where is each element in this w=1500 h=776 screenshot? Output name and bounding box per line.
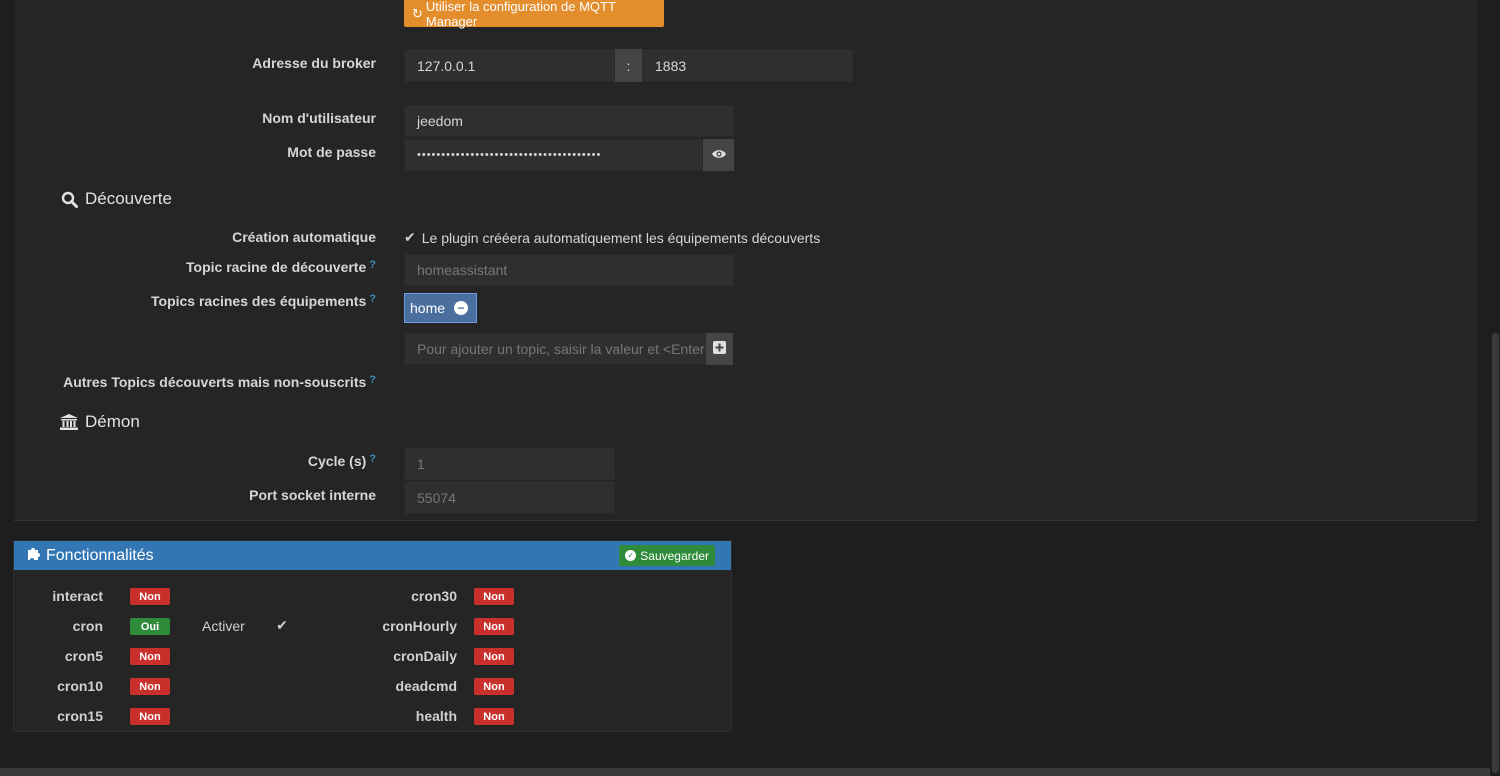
feature-name: cron [72, 618, 103, 634]
broker-port-input[interactable]: 1883 [642, 49, 853, 82]
activate-cron-checkbox[interactable]: ✔ [274, 617, 290, 633]
status-badge: Non [474, 678, 514, 695]
features-title: Fonctionnalités [46, 546, 154, 564]
status-badge: Non [474, 708, 514, 725]
use-mqtt-manager-button[interactable]: ↻ Utiliser la configuration de MQTT Mana… [404, 0, 664, 29]
other-topics-label-text: Autres Topics découverts mais non-souscr… [63, 374, 367, 390]
root-topic-placeholder: homeassistant [417, 262, 508, 278]
username-value: jeedom [417, 113, 463, 129]
feature-name: cron30 [411, 588, 457, 604]
daemon-title-text: Démon [85, 412, 140, 431]
auto-creation-checkbox[interactable]: ✔ Le plugin crééera automatiquement les … [404, 229, 820, 246]
footer-bar [0, 768, 1490, 776]
broker-separator-text: : [626, 57, 631, 74]
feature-name: cron15 [57, 708, 103, 724]
status-badge: Non [474, 648, 514, 665]
add-topic-input[interactable]: Pour ajouter un topic, saisir la valeur … [404, 333, 706, 365]
remove-topic-icon[interactable]: − [454, 301, 469, 315]
root-topic-label: Topic racine de découverte? [186, 259, 376, 275]
broker-host-input[interactable]: 127.0.0.1 [404, 49, 615, 82]
auto-creation-label: Création automatique [232, 229, 376, 245]
show-password-button[interactable] [703, 139, 734, 171]
feature-name: interact [52, 588, 103, 604]
plus-square-icon [713, 341, 726, 357]
discovery-title-text: Découverte [85, 189, 172, 208]
cycle-label: Cycle (s)? [308, 453, 376, 469]
search-icon [60, 191, 78, 208]
password-label: Mot de passe [287, 144, 376, 160]
password-value: •••••••••••••••••••••••••••••••••••••• [417, 149, 602, 161]
cycle-input[interactable]: 1 [404, 447, 615, 480]
feature-name: cronHourly [382, 618, 457, 634]
discovery-section-title: Découverte [60, 189, 172, 209]
status-badge: Non [130, 708, 170, 725]
scrollbar-thumb[interactable] [1492, 333, 1499, 773]
use-mqtt-manager-label: Utiliser la configuration de MQTT Manage… [425, 0, 616, 29]
username-label: Nom d'utilisateur [262, 110, 376, 126]
socket-port-label: Port socket interne [249, 487, 376, 503]
broker-separator: : [615, 49, 642, 82]
topic-tag-home: home − [404, 293, 477, 323]
socket-port-input[interactable]: 55074 [404, 481, 615, 514]
save-button-label: Sauvegarder [640, 548, 709, 563]
bank-icon [60, 414, 78, 430]
cycle-placeholder: 1 [417, 455, 425, 472]
other-topics-label: Autres Topics découverts mais non-souscr… [63, 374, 376, 390]
help-icon[interactable]: ? [369, 293, 376, 305]
root-topic-input[interactable]: homeassistant [404, 254, 734, 286]
help-icon[interactable]: ? [369, 374, 376, 386]
feature-name: cronDaily [393, 648, 457, 664]
status-badge: Non [130, 588, 170, 605]
activate-label: Activer [202, 618, 245, 634]
cycle-label-text: Cycle (s) [307, 453, 367, 469]
puzzle-icon [26, 545, 42, 566]
status-badge: Non [474, 618, 514, 635]
socket-port-placeholder: 55074 [417, 489, 456, 506]
broker-label: Adresse du broker [252, 55, 376, 71]
equipment-topics-label: Topics racines des équipements? [151, 293, 376, 309]
checkmark-icon: ✔ [276, 616, 288, 633]
help-icon[interactable]: ? [369, 453, 376, 465]
status-badge: Non [130, 648, 170, 665]
equipment-topics-label-text: Topics racines des équipements [151, 293, 367, 309]
feature-name: deadcmd [395, 678, 457, 694]
root-topic-label-text: Topic racine de découverte [186, 259, 367, 275]
features-header: Fonctionnalités ✓ Sauvegarder [14, 541, 731, 570]
save-button[interactable]: ✓ Sauvegarder [619, 545, 715, 566]
broker-host-value: 127.0.0.1 [417, 57, 476, 74]
eye-icon [711, 147, 727, 163]
feature-name: cron5 [64, 648, 103, 664]
feature-name: health [415, 708, 457, 724]
password-input[interactable]: •••••••••••••••••••••••••••••••••••••• [404, 139, 703, 171]
refresh-icon: ↻ [412, 5, 423, 21]
add-topic-placeholder: Pour ajouter un topic, saisir la valeur … [417, 341, 706, 357]
broker-port-value: 1883 [655, 57, 687, 74]
status-badge: Oui [130, 618, 170, 635]
feature-name: cron10 [57, 678, 103, 694]
add-topic-button[interactable] [706, 333, 733, 365]
status-badge: Non [130, 678, 170, 695]
daemon-section-title: Démon [60, 412, 140, 432]
username-input[interactable]: jeedom [404, 105, 734, 137]
auto-creation-text: Le plugin crééera automatiquement les éq… [421, 229, 821, 246]
topic-tag-label: home [410, 300, 446, 316]
help-icon[interactable]: ? [369, 259, 376, 271]
status-badge: Non [474, 588, 514, 605]
checkmark-icon: ✔ [404, 229, 416, 245]
check-circle-icon: ✓ [625, 550, 637, 561]
features-panel: Fonctionnalités ✓ Sauvegarder interact N… [13, 540, 732, 732]
